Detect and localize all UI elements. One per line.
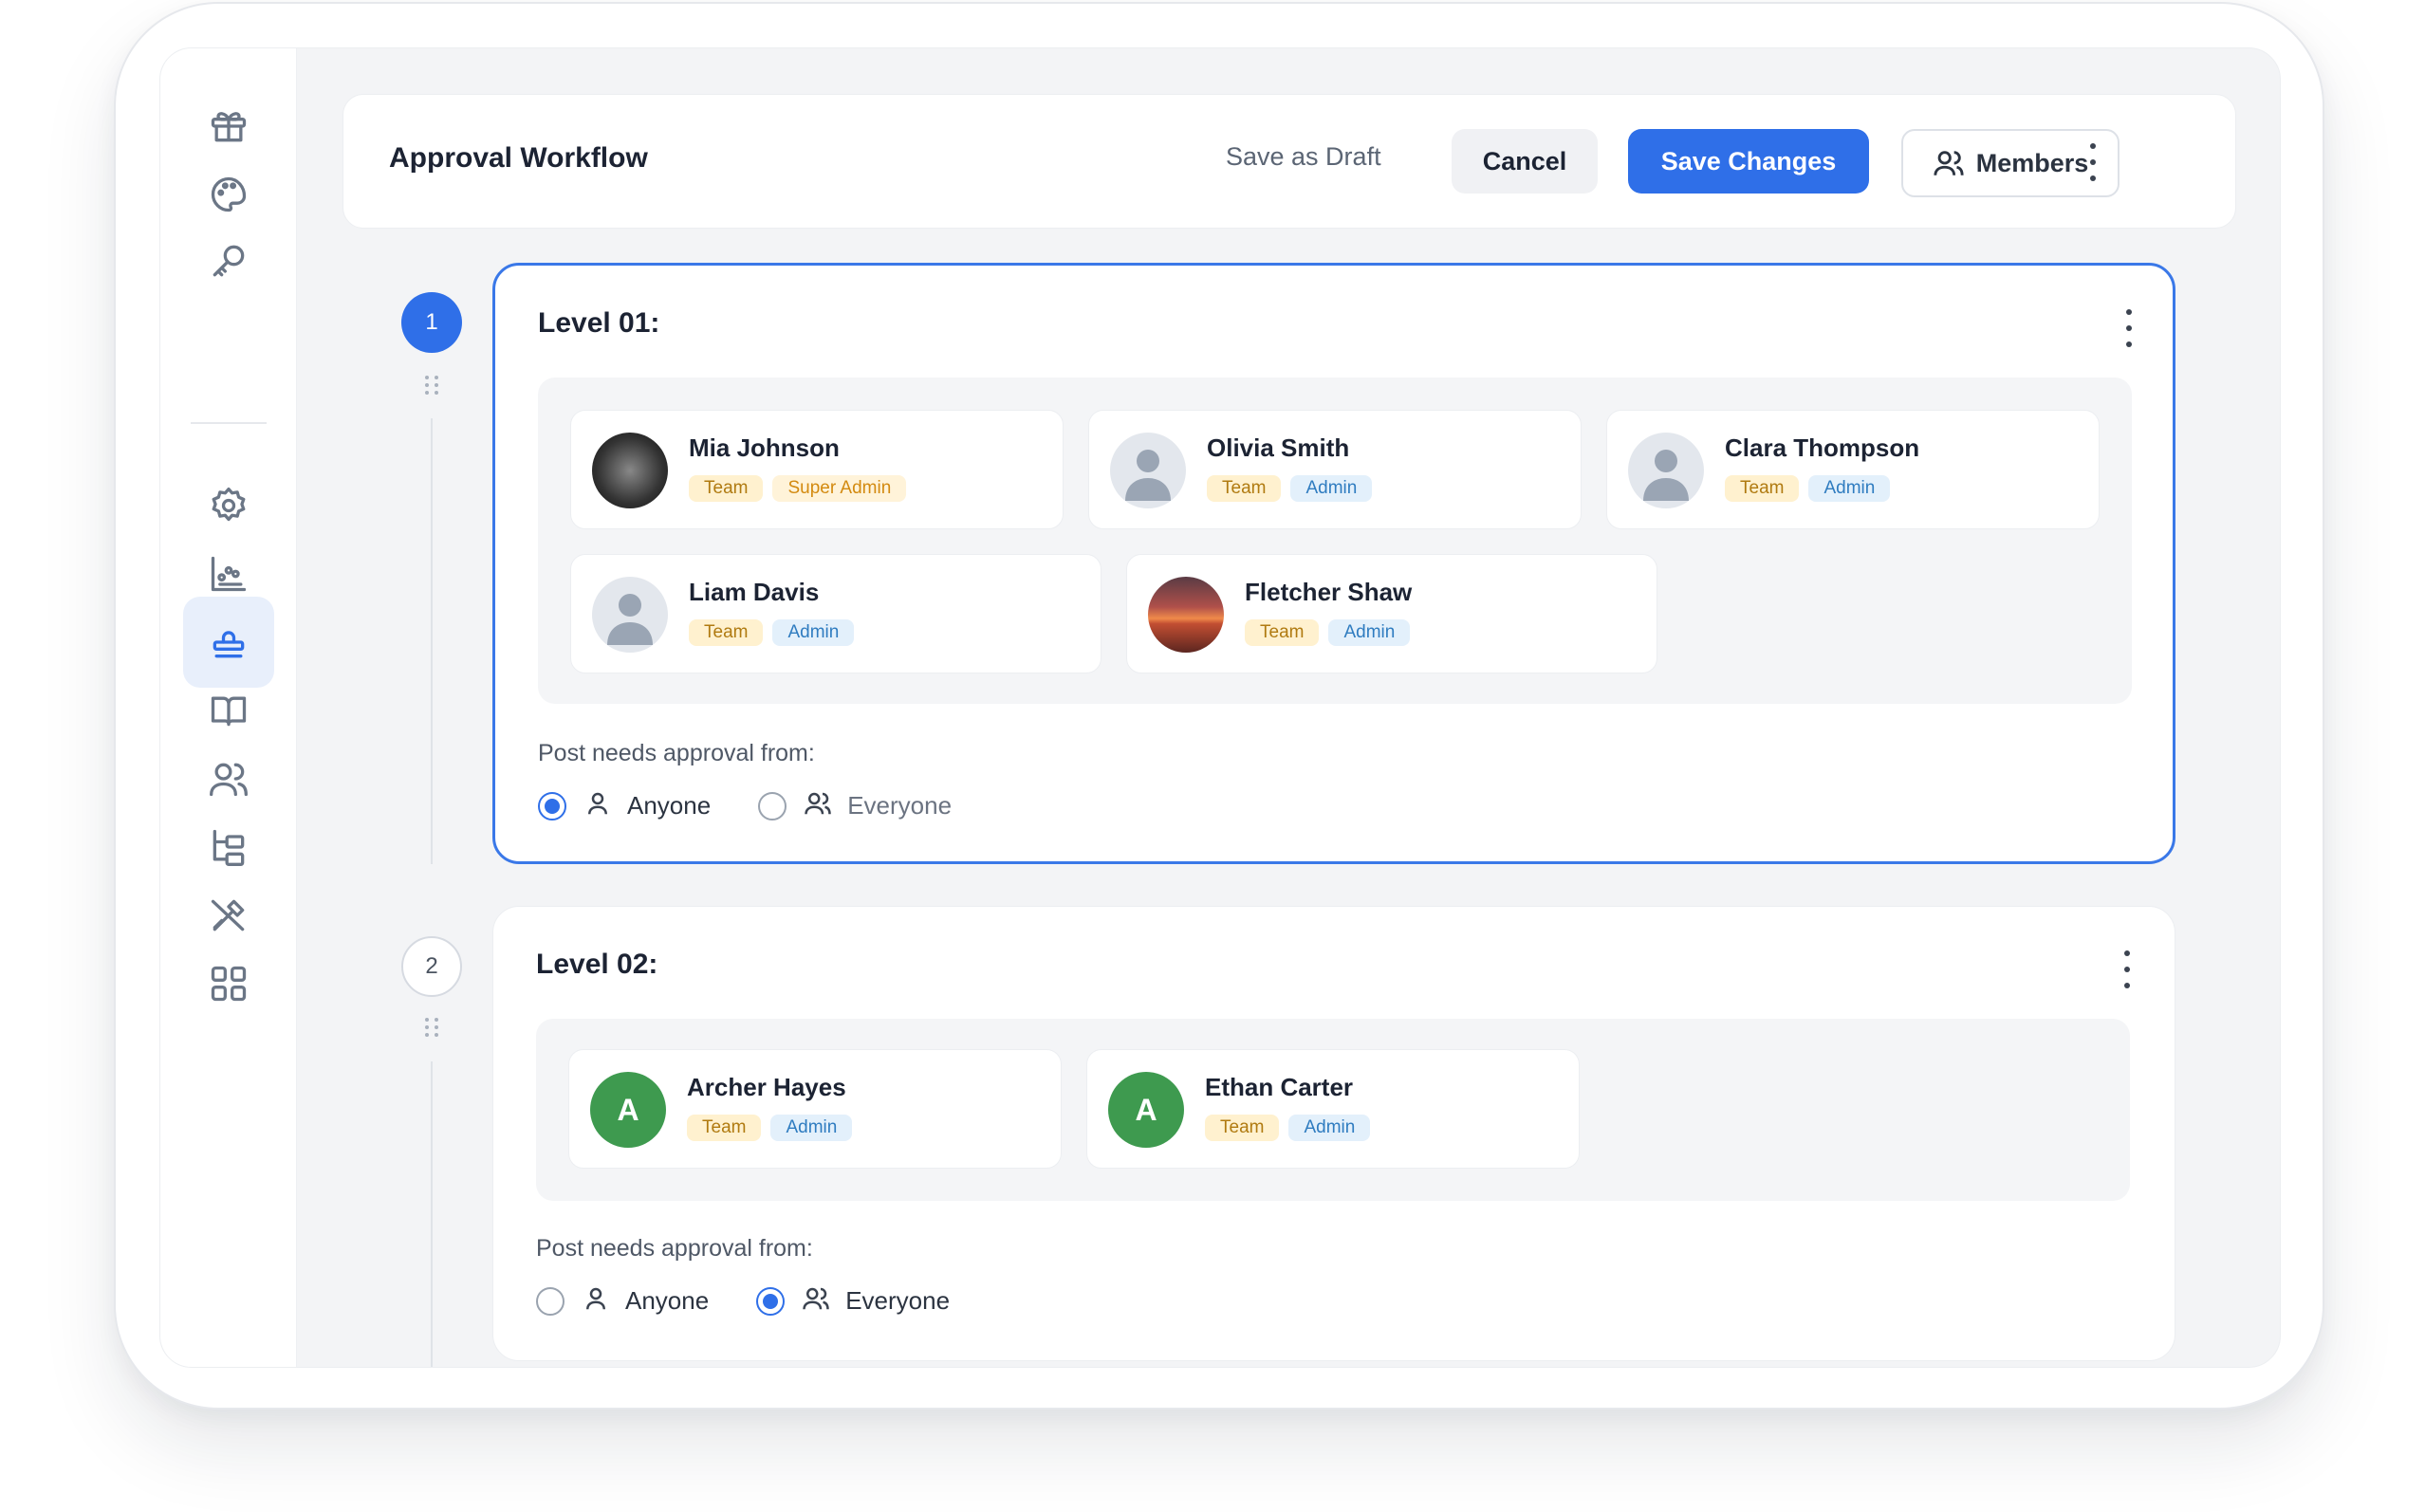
page-header: Approval Workflow Save as Draft Cancel S… [342,94,2236,229]
approval-label: Post needs approval from: [538,740,815,766]
person-icon [582,1284,610,1318]
timeline-line [431,1061,433,1367]
approval-options: Anyone Everyone [536,1284,950,1318]
member-card[interactable]: Olivia Smith Team Admin [1088,410,1582,529]
level-title: Level 01: [538,307,660,339]
avatar [1628,433,1704,508]
option-label: Everyone [847,791,953,820]
cancel-button[interactable]: Cancel [1452,129,1598,194]
radio-anyone[interactable] [538,791,566,821]
approval-label: Post needs approval from: [536,1235,813,1262]
page-title: Approval Workflow [389,142,648,174]
palette-icon [211,176,247,212]
role-tag: Team [687,1115,762,1141]
tools-icon [211,899,245,931]
person-placeholder-icon [1643,450,1689,501]
member-card[interactable]: A Archer Hayes Team Admin [568,1049,1062,1169]
member-name: Olivia Smith [1207,433,1350,462]
members-panel: Mia Johnson Team Super Admin Olivia Smit… [538,378,2132,704]
person-placeholder-icon [1125,450,1171,501]
role-tag: Team [1245,619,1320,646]
stamp-icon [213,631,245,658]
timeline-line [431,418,433,864]
role-tag: Team [1205,1115,1280,1141]
level-card-2: Level 02: A Archer Hayes Team Admin A Et… [492,906,2175,1361]
drag-handle-icon[interactable] [425,376,438,395]
option-label: Anyone [625,1286,710,1315]
role-tag: Admin [1808,475,1891,502]
role-tag: Admin [1288,1115,1371,1141]
book-icon [211,696,247,727]
hierarchy-icon [213,829,245,866]
avatar: A [1108,1072,1184,1148]
members-button-label: Members [1975,148,2089,177]
role-tag: Admin [1290,475,1373,502]
sidebar-item-security[interactable] [183,215,274,306]
sidebar-item-apps[interactable] [183,938,274,1029]
step-indicator-2: 2 [401,936,462,997]
role-tag: Team [1725,475,1800,502]
drag-handle-icon[interactable] [425,1018,438,1037]
users-icon [802,1284,830,1318]
role-tag: Admin [772,619,855,646]
sidebar [160,48,297,1367]
approval-options: Anyone Everyone [538,789,952,822]
grid-icon [211,966,247,1002]
person-icon [583,789,612,822]
option-label: Everyone [845,1286,951,1315]
role-tag: Admin [1328,619,1411,646]
avatar [1110,433,1186,508]
avatar [592,433,668,508]
users-icon [1934,151,1964,175]
radio-everyone[interactable] [758,791,787,821]
app-screen: Approval Workflow Save as Draft Cancel S… [159,47,2281,1368]
chart-icon [211,556,247,592]
member-name: Clara Thompson [1725,433,1920,462]
role-tag: Team [689,475,764,502]
member-card[interactable]: Fletcher Shaw Team Admin [1126,554,1657,673]
member-name: Archer Hayes [687,1073,846,1101]
member-name: Mia Johnson [689,433,840,462]
save-draft-button[interactable]: Save as Draft [1226,142,1381,172]
member-card[interactable]: Clara Thompson Team Admin [1606,410,2100,529]
member-name: Ethan Carter [1205,1073,1354,1101]
gift-icon [211,112,247,142]
member-name: Fletcher Shaw [1245,578,1413,606]
sidebar-divider [191,422,267,424]
role-tag: Admin [770,1115,853,1141]
member-name: Liam Davis [689,578,820,606]
member-card[interactable]: Mia Johnson Team Super Admin [570,410,1064,529]
member-card[interactable]: A Ethan Carter Team Admin [1086,1049,1580,1169]
member-card[interactable]: Liam Davis Team Admin [570,554,1101,673]
members-panel: A Archer Hayes Team Admin A Ethan Carter… [536,1019,2130,1201]
level-card-1: Level 01: Mia Johnson Team Super Admin O… [492,263,2175,864]
save-changes-button[interactable]: Save Changes [1628,129,1869,194]
option-label: Anyone [627,791,712,820]
level-more-icon[interactable] [2123,309,2135,347]
gear-icon [212,487,246,522]
role-tag: Super Admin [772,475,907,502]
step-indicator-1: 1 [401,292,462,353]
radio-everyone[interactable] [756,1286,786,1316]
radio-anyone[interactable] [536,1286,565,1316]
person-placeholder-icon [607,594,653,645]
avatar [1148,577,1224,653]
key-icon [213,245,245,277]
avatar: A [590,1072,666,1148]
header-more-icon[interactable] [2087,143,2099,181]
role-tag: Team [689,619,764,646]
level-title: Level 02: [536,949,658,980]
users-icon [210,763,248,797]
level-more-icon[interactable] [2121,950,2133,988]
avatar [592,577,668,653]
users-icon [804,789,832,822]
role-tag: Team [1207,475,1282,502]
